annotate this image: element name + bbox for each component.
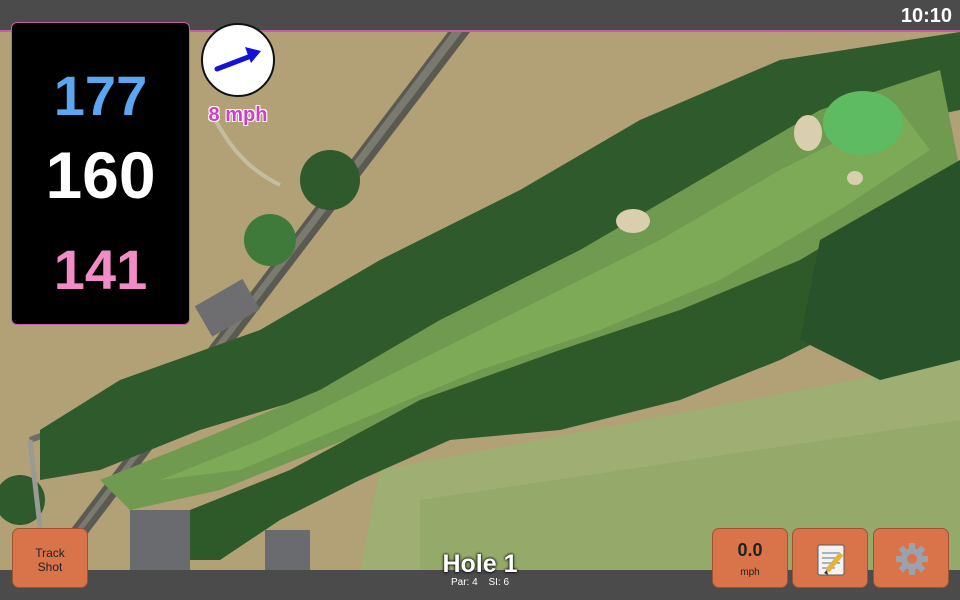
wind-speed-label: 8 mph <box>208 104 268 126</box>
distance-middle: 160 <box>45 138 156 212</box>
arrow-icon <box>214 47 261 72</box>
distance-front: 141 <box>53 238 148 301</box>
track-shot-label-line2: Shot <box>37 560 63 574</box>
distance-back: 177 <box>53 64 148 127</box>
track-shot-button[interactable]: Track Shot <box>12 528 88 588</box>
track-shot-label-line1: Track <box>35 546 65 560</box>
wind-speed-value: 0.0 <box>737 540 763 560</box>
hole-info: Par: 4 SI: 6 <box>380 577 580 588</box>
wind-indicator <box>201 23 275 97</box>
notes-button[interactable] <box>792 528 868 588</box>
hole-stroke-index: SI: 6 <box>488 577 510 588</box>
distance-panel: 177 160 141 <box>11 22 190 325</box>
gear-icon <box>896 543 928 575</box>
wind-speed-unit: mph <box>740 567 760 578</box>
settings-button[interactable] <box>873 528 949 588</box>
clock: 10:10 <box>900 5 952 27</box>
hole-par: Par: 4 <box>450 577 478 588</box>
notepad-icon <box>817 544 845 576</box>
hole-title: Hole 1 <box>442 550 518 578</box>
wind-speed-button[interactable]: 0.0 mph <box>712 528 788 588</box>
